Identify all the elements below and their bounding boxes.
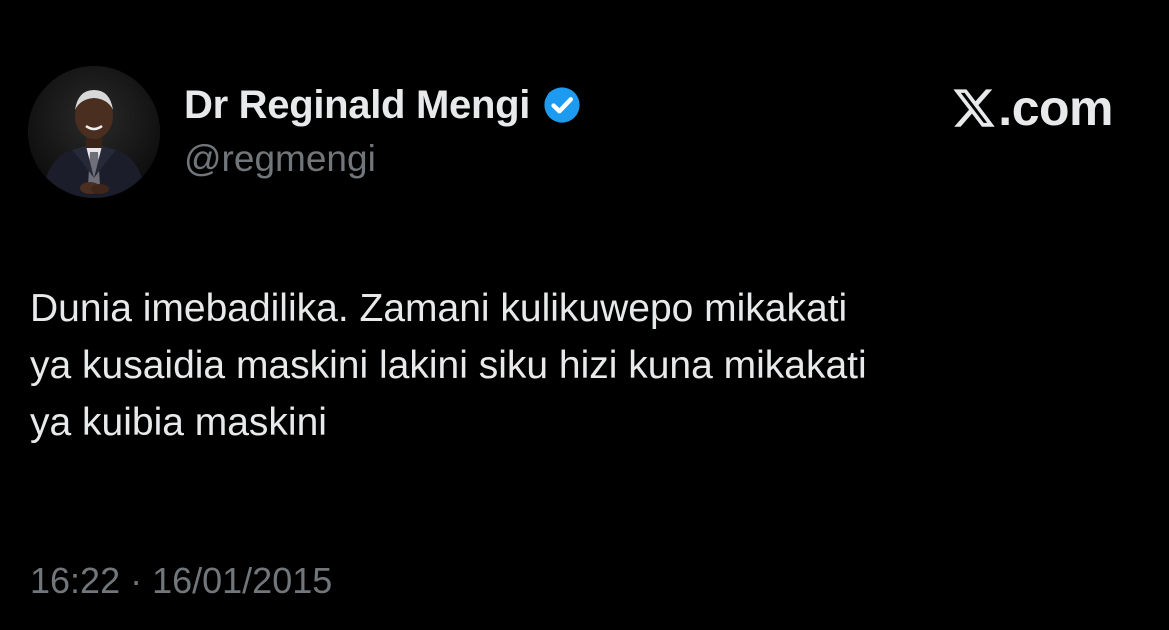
tweet-text-line: Dunia imebadilika. Zamani kulikuwepo mik… xyxy=(30,287,848,330)
profile-photo-icon xyxy=(28,66,160,198)
tweet-text-line: ya kusaidia maskini lakini siku hizi kun… xyxy=(30,344,867,387)
author-header: Dr Reginald Mengi xyxy=(184,80,584,130)
verified-badge-icon[interactable] xyxy=(540,83,584,127)
avatar[interactable] xyxy=(28,66,160,198)
tweet-text: Dunia imebadilika. Zamani kulikuwepo mik… xyxy=(30,280,1140,451)
brand-watermark: .com xyxy=(951,78,1113,138)
brand-domain-text: .com xyxy=(998,80,1113,136)
tweet-text-line: ya kuibia maskini xyxy=(30,401,327,444)
x-logo-icon xyxy=(951,85,997,131)
author-handle[interactable]: @regmengi xyxy=(184,138,376,180)
tweet-timestamp[interactable]: 16:22 · 16/01/2015 xyxy=(30,560,332,602)
author-display-name[interactable]: Dr Reginald Mengi xyxy=(184,83,530,128)
